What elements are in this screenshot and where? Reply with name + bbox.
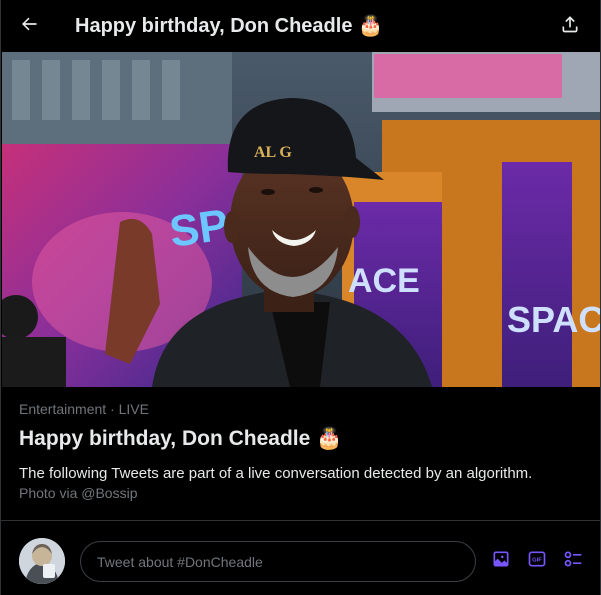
arrow-left-icon	[19, 14, 39, 39]
trend-page: Happy birthday, Don Cheadle 🎂 SPAC ACE A…	[0, 0, 601, 595]
share-icon	[560, 14, 580, 39]
cap-text: AL G	[254, 144, 292, 161]
poll-button[interactable]	[561, 549, 585, 573]
divider	[1, 520, 600, 521]
gif-icon: GIF	[527, 549, 547, 574]
avatar-image	[19, 538, 65, 584]
tweet-compose-input[interactable]	[80, 541, 476, 582]
share-button[interactable]	[558, 14, 582, 38]
media-button[interactable]	[489, 549, 513, 573]
hero-photo: SPAC SPAC ACE	[2, 52, 600, 387]
photo-credit: Photo via @Bossip	[19, 485, 138, 501]
topic-description: The following Tweets are part of a live …	[19, 465, 533, 482]
page-header: Happy birthday, Don Cheadle 🎂	[1, 0, 600, 52]
topic-title: Happy birthday, Don Cheadle 🎂	[19, 427, 343, 450]
avatar[interactable]	[19, 538, 65, 584]
poster-text-right: SPAC	[507, 299, 600, 340]
trend-hero-image[interactable]: SPAC SPAC ACE	[2, 52, 600, 387]
gif-button[interactable]: GIF	[525, 549, 549, 573]
poll-icon	[563, 549, 583, 574]
topic-info: Entertainment · LIVE Happy birthday, Don…	[19, 401, 584, 501]
topic-meta: Entertainment · LIVE	[19, 401, 584, 419]
meta-separator: ·	[110, 401, 115, 417]
media-icon	[491, 549, 511, 574]
page-title: Happy birthday, Don Cheadle 🎂	[75, 15, 383, 37]
live-badge: LIVE	[118, 401, 149, 417]
back-button[interactable]	[17, 14, 41, 38]
topic-category: Entertainment	[19, 401, 107, 417]
poster-text-center: ACE	[348, 262, 420, 300]
gif-label: GIF	[532, 557, 542, 563]
